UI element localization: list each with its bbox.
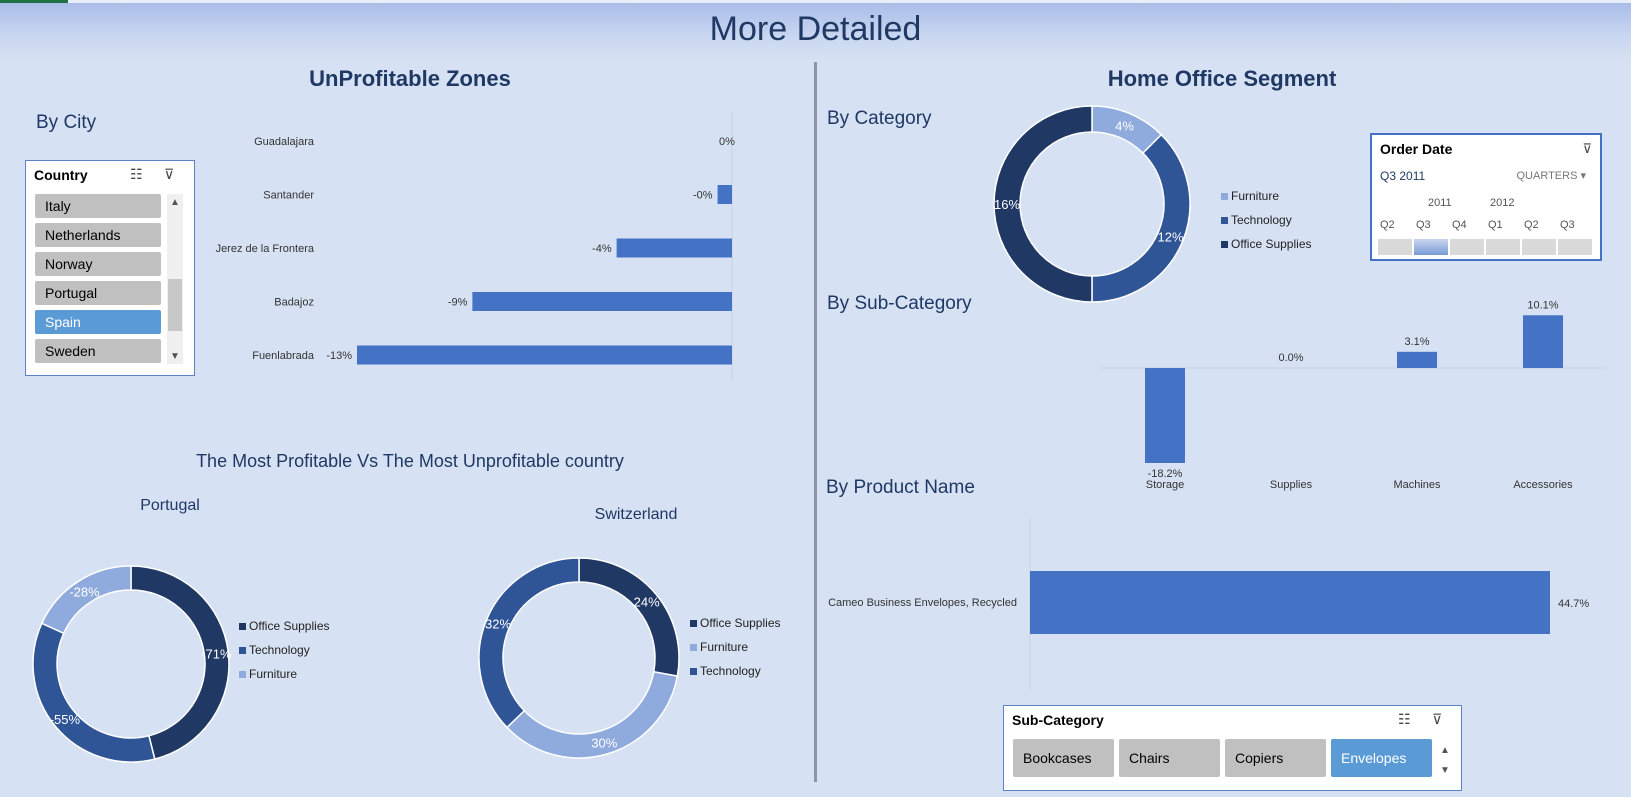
year-label-2012: 2012	[1490, 197, 1515, 209]
city-data-label: -9%	[448, 297, 468, 309]
switzerland-chart-title: Switzerland	[594, 506, 678, 523]
portugal-donut-slice	[32, 622, 156, 763]
timeline-quarter-cell[interactable]	[1378, 239, 1412, 255]
switzerland-donut-legend-swatch	[690, 644, 697, 651]
comparison-title: The Most Profitable Vs The Most Unprofit…	[196, 451, 624, 471]
category-donut-legend-label: Furniture	[1231, 189, 1279, 203]
timeline-quarter-cell-selected[interactable]	[1414, 239, 1448, 255]
category-donut-legend-swatch	[1221, 217, 1228, 224]
category-donut-data-label: 16%	[994, 197, 1020, 212]
timeline-quarter-cell[interactable]	[1450, 239, 1484, 255]
subcategory-category-label: Storage	[1146, 479, 1185, 491]
category-donut-slice	[1091, 133, 1191, 303]
portugal-chart-title: Portugal	[140, 497, 200, 514]
by-product-name-label: By Product Name	[826, 477, 975, 498]
by-category-label: By Category	[827, 108, 932, 129]
portugal-donut-legend-label: Office Supplies	[249, 619, 330, 633]
by-city-chart: Guadalajara 0% Santander -0% Jerez de la Fro…	[32, 105, 1605, 763]
product-bar	[1030, 571, 1550, 634]
subcategory-bar	[1145, 368, 1185, 463]
product-category-label: Cameo Business Envelopes, Recycled	[828, 597, 1017, 609]
quarter-label: Q1	[1488, 219, 1503, 231]
subcategory-item-envelopes[interactable]: Envelopes	[1331, 739, 1432, 777]
portugal-donut-legend-swatch	[239, 623, 246, 630]
city-category-label: Santander	[263, 190, 314, 202]
product-data-label: 44.7%	[1558, 598, 1589, 610]
subcategory-data-label: 10.1%	[1527, 299, 1558, 311]
city-bar	[616, 238, 732, 258]
subcategory-category-label: Machines	[1393, 479, 1441, 491]
clear-filter-icon[interactable]: ⊽	[1432, 711, 1442, 728]
subcategory-slicer[interactable]: Sub-Category ☷ ⊽ Bookcases Chairs Copier…	[1003, 705, 1462, 791]
category-donut-legend-label: Technology	[1231, 213, 1292, 227]
subcategory-item-copiers[interactable]: Copiers	[1225, 739, 1326, 777]
quarter-label: Q3	[1416, 219, 1431, 231]
by-subcategory-label: By Sub-Category	[827, 293, 972, 314]
portugal-donut-slice	[130, 565, 230, 760]
portugal-donut-legend-swatch	[239, 647, 246, 654]
timeline-quarter-cell[interactable]	[1486, 239, 1520, 255]
switzerland-donut-legend-label: Technology	[700, 664, 761, 678]
subcategory-category-label: Supplies	[1270, 479, 1313, 491]
city-bar	[717, 185, 732, 204]
city-data-label: -4%	[592, 243, 612, 255]
city-category-label: Fuenlabrada	[252, 350, 315, 362]
subcategory-category-label: Accessories	[1513, 479, 1573, 491]
subcategory-data-label: 3.1%	[1404, 336, 1429, 348]
city-category-label: Jerez de la Frontera	[216, 243, 315, 255]
category-donut-legend-label: Office Supplies	[1231, 237, 1312, 251]
timeline-quarter-cell[interactable]	[1522, 239, 1556, 255]
switzerland-donut-slice	[478, 557, 580, 729]
home-office-segment-title: Home Office Segment	[1107, 66, 1337, 91]
order-date-timeline[interactable]: Order Date ⊽ Q3 2011 QUARTERS ▾ 2011 201…	[1370, 133, 1602, 261]
quarter-label: Q2	[1380, 219, 1395, 231]
switzerland-donut-legend-swatch	[690, 620, 697, 627]
category-donut-legend-swatch	[1221, 193, 1228, 200]
subcategory-data-label: 0.0%	[1278, 352, 1303, 364]
multi-select-icon[interactable]: ☷	[1398, 711, 1411, 728]
quarter-label: Q3	[1560, 219, 1575, 231]
switzerland-donut-legend-label: Office Supplies	[700, 616, 781, 630]
category-donut-data-label: 4%	[1115, 118, 1134, 133]
order-date-title: Order Date	[1380, 141, 1453, 157]
subcategory-item-bookcases[interactable]: Bookcases	[1013, 739, 1114, 777]
subcategory-bar	[1523, 315, 1563, 368]
city-bar	[357, 345, 732, 365]
portugal-donut-data-label: -71%	[201, 646, 232, 661]
portugal-donut-data-label: -55%	[50, 712, 81, 727]
city-category-label: Guadalajara	[254, 136, 315, 148]
timeline-quarter-cell[interactable]	[1558, 239, 1592, 255]
category-donut-data-label: 12%	[1158, 230, 1184, 245]
subcategory-item-chairs[interactable]: Chairs	[1119, 739, 1220, 777]
year-label-2011: 2011	[1428, 197, 1452, 209]
switzerland-donut-data-label: 30%	[591, 735, 617, 750]
scroll-down-icon[interactable]: ▼	[1440, 765, 1450, 776]
scroll-up-icon[interactable]: ▲	[1440, 745, 1450, 756]
switzerland-donut-legend-swatch	[690, 668, 697, 675]
subcategory-slicer-title: Sub-Category	[1012, 712, 1104, 728]
portugal-donut-data-label: -28%	[69, 585, 100, 600]
portugal-donut-legend-label: Technology	[249, 643, 310, 657]
switzerland-donut-data-label: 24%	[634, 595, 660, 610]
portugal-donut-legend-swatch	[239, 671, 246, 678]
city-data-label: 0%	[719, 136, 735, 148]
switzerland-donut-legend-label: Furniture	[700, 640, 748, 654]
switzerland-donut-data-label: 32%	[485, 617, 511, 632]
city-data-label: -0%	[693, 190, 713, 202]
quarter-label: Q2	[1524, 219, 1539, 231]
order-date-selection: Q3 2011	[1380, 169, 1426, 183]
switzerland-donut-slice	[578, 557, 680, 678]
city-bar	[472, 292, 732, 311]
time-level-dropdown[interactable]: QUARTERS ▾	[1517, 169, 1587, 182]
city-category-label: Badajoz	[274, 297, 314, 309]
city-data-label: -13%	[326, 350, 352, 362]
quarter-label: Q4	[1452, 219, 1467, 231]
portugal-donut-legend-label: Furniture	[249, 667, 297, 681]
category-donut-legend-swatch	[1221, 241, 1228, 248]
subcategory-bar	[1397, 351, 1437, 368]
clear-filter-icon[interactable]: ⊽	[1582, 141, 1592, 157]
